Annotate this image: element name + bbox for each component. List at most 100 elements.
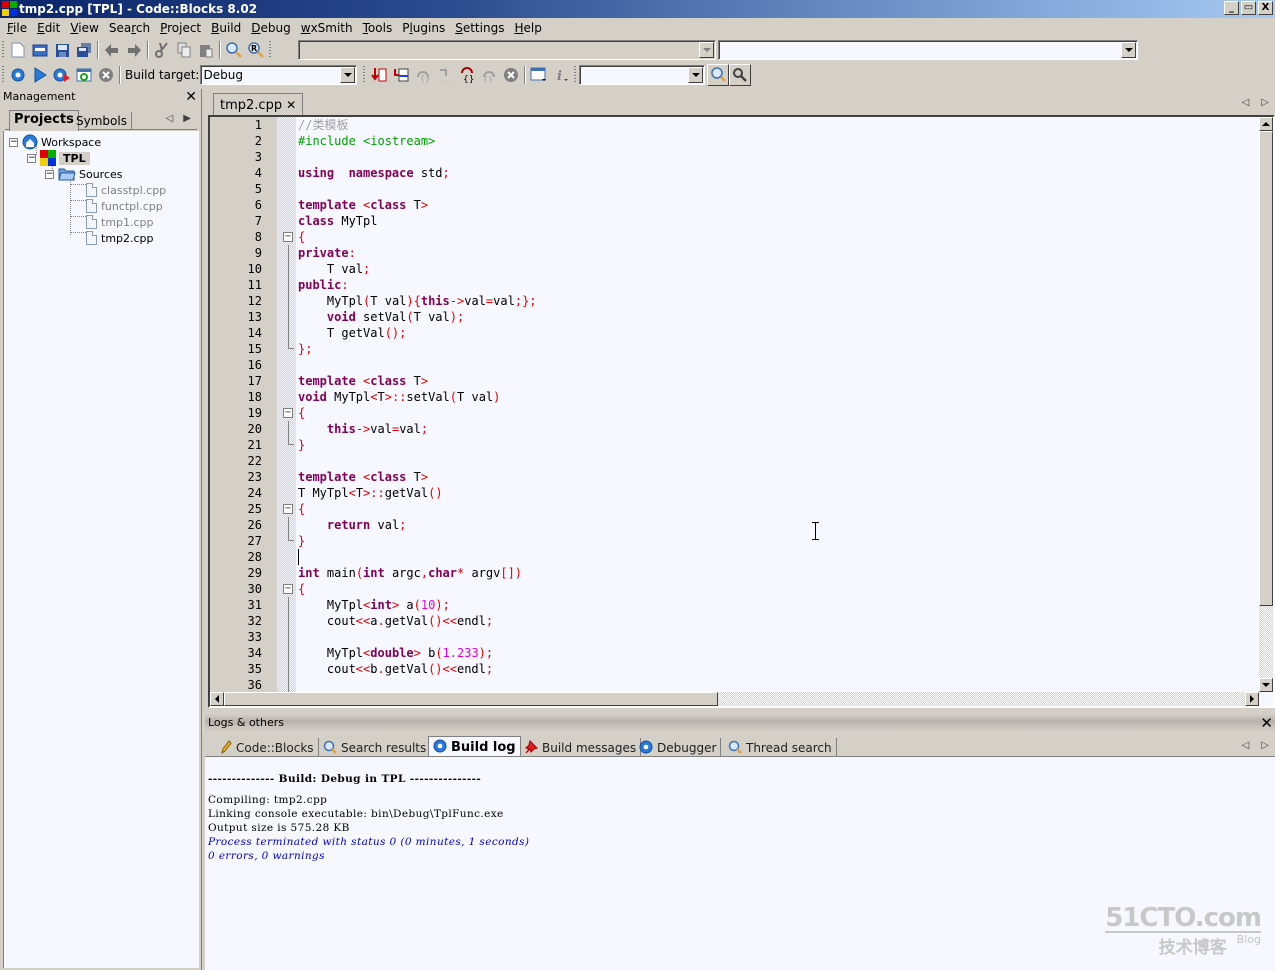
code-line[interactable]: 35 cout<<b.getVal()<<endl; (210, 661, 1250, 677)
next-line-button[interactable]: {} (412, 64, 434, 86)
tab-build-messages[interactable]: Build messages (520, 738, 642, 758)
toolbar-grip[interactable] (2, 66, 4, 84)
new-file-button[interactable] (7, 39, 29, 61)
code-line[interactable]: 34 MyTpl<double> b(1.233); (210, 645, 1250, 661)
code-line[interactable]: 3 (210, 149, 1250, 165)
code-line[interactable]: 17 template <class T> (210, 373, 1250, 389)
scroll-left-button[interactable] (210, 692, 224, 706)
close-tab-icon[interactable]: ✕ (286, 98, 296, 112)
code-line[interactable]: 20 this->val=val; (210, 421, 1250, 437)
undo-button[interactable] (101, 39, 123, 61)
menu-debug[interactable]: Debug (246, 21, 295, 35)
scroll-right-button[interactable] (1245, 692, 1259, 706)
code-line[interactable]: 12 MyTpl(T val){this->val=val;}; (210, 293, 1250, 309)
tab-thread-search[interactable]: Thread search (724, 738, 837, 758)
tab-scroll-right-icon[interactable]: ▷ (1261, 97, 1269, 108)
code-line[interactable]: 21} (210, 437, 1250, 453)
open-button[interactable] (29, 39, 51, 61)
scroll-down-button[interactable] (1259, 678, 1273, 692)
code-line[interactable]: 36 (210, 677, 1250, 693)
search-options-button[interactable] (729, 64, 752, 86)
code-line[interactable]: 13 void setVal(T val); (210, 309, 1250, 325)
collapse-icon[interactable]: − (27, 153, 36, 163)
code-line[interactable]: 33 (210, 629, 1250, 645)
code-line[interactable]: 31 MyTpl<int> a(10); (210, 597, 1250, 613)
fold-toggle-icon[interactable]: − (283, 504, 293, 514)
code-line[interactable]: 4 using namespace std; (210, 165, 1250, 181)
menu-view[interactable]: View (65, 21, 103, 35)
tab-debugger[interactable]: Debugger (635, 738, 722, 758)
tab-scroll-left-icon[interactable]: ◁ (1242, 740, 1250, 751)
code-line[interactable]: 29 int main(int argc,char* argv[]) (210, 565, 1250, 581)
search-dropdown-button[interactable] (688, 67, 704, 83)
tab-scroll-right-icon[interactable]: ▷ (1261, 740, 1269, 751)
tree-file[interactable]: tmp1.cpp (86, 214, 154, 230)
code-line[interactable]: 9 private: (210, 245, 1250, 261)
code-line[interactable]: 30 {− (210, 581, 1250, 597)
toolbar-grip[interactable] (363, 66, 366, 84)
code-line[interactable]: 24 T MyTpl<T>::getVal() (210, 485, 1250, 501)
debug-run-button[interactable] (368, 64, 390, 86)
build-button[interactable] (7, 64, 29, 86)
tree-file[interactable]: classtpl.cpp (86, 182, 166, 198)
menu-settings[interactable]: Settings (450, 21, 509, 35)
menu-tools[interactable]: Tools (358, 21, 398, 35)
info-button[interactable]: i (550, 64, 572, 86)
redo-button[interactable] (123, 39, 145, 61)
search-find-button[interactable] (707, 64, 730, 86)
debug-windows-button[interactable] (528, 64, 550, 86)
build-log-output[interactable]: 51CTO.com 技术博客 Blog -------------- Build:… (205, 756, 1275, 970)
toolbar-grip[interactable] (269, 41, 271, 59)
tree-file[interactable]: functpl.cpp (86, 198, 163, 214)
close-icon[interactable]: ✕ (185, 89, 197, 105)
tab-search-results[interactable]: Search results (319, 738, 432, 758)
fold-toggle-icon[interactable]: − (283, 232, 293, 242)
menu-edit[interactable]: Edit (32, 21, 65, 35)
menu-project[interactable]: Project (155, 21, 206, 35)
tab-scroll-right-icon[interactable]: ▶ (183, 113, 191, 124)
code-line[interactable]: 28 (210, 549, 1250, 565)
find-button[interactable] (223, 39, 245, 61)
tab-scroll-left-icon[interactable]: ◁ (166, 113, 174, 124)
scroll-up-button[interactable] (1259, 117, 1273, 131)
run-to-cursor-button[interactable] (390, 64, 412, 86)
code-editor[interactable]: 1//类模板 2 #include <iostream> 3 4 using namesp… (208, 115, 1275, 708)
code-line[interactable]: 18 void MyTpl<T>::setVal(T val) (210, 389, 1250, 405)
toolbar-grip[interactable] (2, 41, 4, 59)
code-line[interactable]: 14 T getVal(); (210, 325, 1250, 341)
menu-wxsmith[interactable]: wxSmith (296, 21, 358, 35)
replace-button[interactable]: R (245, 39, 267, 61)
abort-button[interactable] (95, 64, 117, 86)
scope-dropdown-button[interactable] (699, 42, 714, 58)
function-dropdown-button[interactable] (1121, 42, 1136, 58)
collapse-icon[interactable]: − (9, 137, 18, 147)
vertical-scrollbar[interactable] (1259, 117, 1273, 692)
step-into-button[interactable]: … (434, 64, 456, 86)
code-line[interactable]: 10 T val; (210, 261, 1250, 277)
code-line[interactable]: 15}; (210, 341, 1250, 357)
build-target-dropdown-button[interactable] (340, 67, 356, 83)
code-line[interactable]: 19 {− (210, 405, 1250, 421)
rebuild-button[interactable] (73, 64, 95, 86)
code-line[interactable]: 26 return val; (210, 517, 1250, 533)
menu-file[interactable]: File (2, 21, 32, 35)
copy-button[interactable] (173, 39, 195, 61)
tree-folder-sources[interactable]: − Sources (45, 166, 123, 182)
fold-toggle-icon[interactable]: − (283, 408, 293, 418)
vertical-scroll-thumb[interactable] (1259, 131, 1273, 606)
code-line[interactable]: 32 cout<<a.getVal()<<endl; (210, 613, 1250, 629)
code-line[interactable]: 16 (210, 357, 1250, 373)
menu-plugins[interactable]: Plugins (397, 21, 450, 35)
step-out-button[interactable]: {} (456, 64, 478, 86)
code-line[interactable]: 25 {− (210, 501, 1250, 517)
collapse-icon[interactable]: − (45, 169, 54, 179)
build-target-combo[interactable]: Debug (200, 65, 358, 85)
minimize-button[interactable]: _ (1224, 1, 1239, 15)
code-line[interactable]: 8 {− (210, 229, 1250, 245)
tab-symbols[interactable]: Symbols (72, 112, 132, 130)
tree-workspace[interactable]: − Workspace (9, 134, 101, 150)
tree-project[interactable]: − TPL (27, 150, 90, 166)
stop-debugger-button[interactable] (500, 64, 522, 86)
search-combo[interactable] (579, 65, 706, 85)
horizontal-scrollbar[interactable] (210, 692, 1259, 706)
